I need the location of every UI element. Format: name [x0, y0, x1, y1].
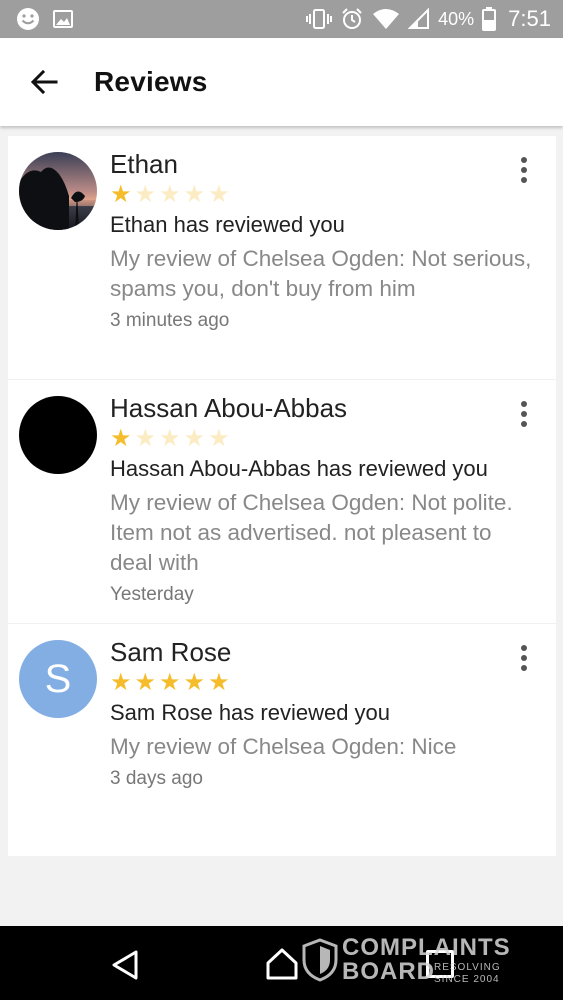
wifi-icon	[373, 9, 400, 29]
page-title: Reviews	[94, 66, 208, 97]
star-rating: ★ ★ ★ ★ ★	[110, 670, 540, 696]
review-time: Yesterday	[110, 584, 194, 605]
alarm-icon	[342, 8, 362, 29]
more-vert-icon-dot	[521, 411, 527, 417]
smiley-notification-icon	[17, 8, 39, 30]
review-card[interactable]: Hassan Abou-Abbas ★ ★ ★ ★ ★ Hassan Abou-…	[8, 380, 556, 624]
battery-percent: 40%	[438, 8, 475, 29]
more-vert-icon-dot	[521, 167, 527, 173]
image-notification-icon	[53, 10, 73, 28]
more-vert-icon-dot	[521, 655, 527, 661]
back-button[interactable]	[22, 60, 66, 104]
review-card[interactable]: S Sam Rose ★ ★ ★ ★ ★ Sam Rose has review…	[8, 624, 556, 856]
arrow-back-icon	[30, 69, 58, 95]
system-icons: 40% 7:51	[306, 6, 551, 32]
review-time: 3 days ago	[110, 768, 203, 789]
more-vert-icon-dot	[521, 645, 527, 651]
sunset-photo	[19, 152, 97, 230]
star-icon: ★	[159, 425, 181, 452]
star-icon: ★	[208, 669, 230, 696]
review-card[interactable]: Ethan ★ ★ ★ ★ ★ Ethan has reviewed you M…	[8, 136, 556, 380]
overflow-menu-button[interactable]	[512, 640, 536, 676]
nav-home-button[interactable]	[264, 946, 300, 982]
app-bar: Reviews	[0, 38, 563, 126]
review-headline: Hassan Abou-Abbas has reviewed you	[110, 456, 488, 481]
star-icon: ★	[208, 425, 230, 452]
avatar[interactable]	[19, 396, 97, 474]
star-icon: ★	[134, 181, 157, 208]
review-content: Sam Rose ★ ★ ★ ★ ★ Sam Rose has reviewed…	[110, 636, 540, 792]
review-body: My review of Chelsea Ogden: Not polite. …	[110, 490, 513, 575]
overflow-menu-button[interactable]	[512, 152, 536, 188]
status-bar: 40% 7:51	[0, 0, 563, 38]
reviewer-name: Sam Rose	[110, 637, 232, 667]
review-body: My review of Chelsea Ogden: Nice	[110, 734, 457, 759]
more-vert-icon-dot	[521, 421, 527, 427]
avatar[interactable]	[19, 152, 97, 230]
review-content: Ethan ★ ★ ★ ★ ★ Ethan has reviewed you M…	[110, 148, 540, 334]
review-list: Ethan ★ ★ ★ ★ ★ Ethan has reviewed you M…	[8, 136, 556, 856]
reviewer-name: Hassan Abou-Abbas	[110, 393, 348, 423]
battery-icon	[482, 7, 497, 31]
review-headline: Sam Rose has reviewed you	[110, 700, 391, 725]
nav-back-button[interactable]	[108, 948, 142, 982]
signal-icon	[408, 8, 430, 29]
more-vert-icon-dot	[521, 401, 527, 407]
star-icon: ★	[110, 181, 132, 208]
reviewer-name: Ethan	[110, 149, 178, 179]
star-icon: ★	[134, 425, 157, 452]
clock: 7:51	[508, 6, 551, 31]
watermark-line2: BOARD	[342, 958, 435, 985]
more-vert-icon-dot	[521, 157, 527, 163]
more-vert-icon-dot	[521, 665, 527, 671]
review-headline: Ethan has reviewed you	[110, 212, 345, 237]
star-icon: ★	[110, 669, 132, 696]
watermark-sub2: SINCE 2004	[434, 974, 500, 985]
avatar[interactable]: S	[19, 640, 97, 718]
review-content: Hassan Abou-Abbas ★ ★ ★ ★ ★ Hassan Abou-…	[110, 392, 540, 608]
watermark-sub1: RESOLVING	[434, 962, 501, 973]
star-rating: ★ ★ ★ ★ ★	[110, 426, 540, 452]
star-icon: ★	[159, 181, 181, 208]
complaints-board-watermark: COMPLAINTS BOARD RESOLVING SINCE 2004	[300, 934, 520, 990]
star-icon: ★	[159, 669, 181, 696]
review-body: My review of Chelsea Ogden: Not serious,…	[110, 246, 532, 301]
shield-logo-icon	[302, 938, 338, 982]
overflow-menu-button[interactable]	[512, 396, 536, 432]
star-icon: ★	[110, 425, 132, 452]
star-icon: ★	[183, 669, 206, 696]
star-icon: ★	[183, 181, 206, 208]
vibrate-icon	[306, 9, 333, 29]
star-icon: ★	[134, 669, 157, 696]
star-icon: ★	[183, 425, 206, 452]
notification-icons	[16, 7, 74, 31]
review-time: 3 minutes ago	[110, 310, 230, 331]
star-rating: ★ ★ ★ ★ ★	[110, 182, 540, 208]
more-vert-icon-dot	[521, 177, 527, 183]
star-icon: ★	[208, 181, 230, 208]
